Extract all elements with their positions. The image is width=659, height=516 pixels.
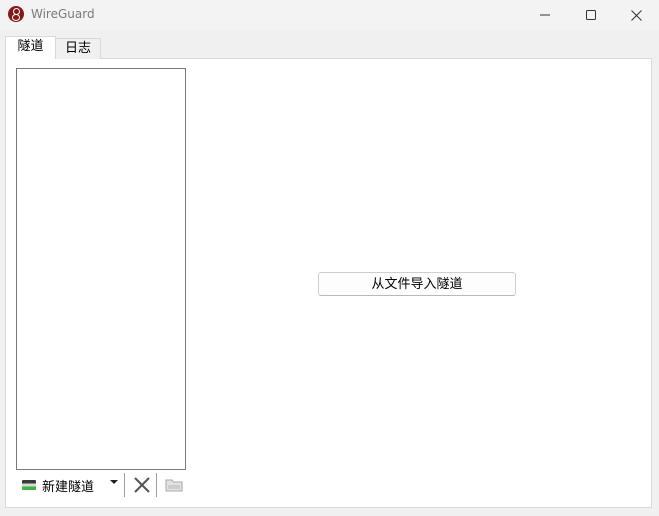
- close-icon: [630, 9, 642, 21]
- add-tunnel-label: 新建隧道: [42, 479, 95, 495]
- toolbar-divider: [124, 473, 125, 497]
- toolbar-divider: [156, 473, 157, 497]
- wireguard-logo-icon: [8, 6, 24, 22]
- wireguard-window: WireGuard 隧道 日志 新建隧道 从文件导入隧道: [0, 0, 659, 516]
- tab-tunnels[interactable]: 隧道: [5, 36, 56, 59]
- delete-icon[interactable]: [133, 476, 151, 494]
- chevron-down-icon[interactable]: [110, 480, 118, 484]
- title-bar[interactable]: WireGuard: [0, 0, 659, 30]
- maximize-icon: [586, 10, 596, 20]
- window-title: WireGuard: [31, 7, 95, 21]
- tunnel-list[interactable]: [16, 68, 186, 470]
- maximize-button[interactable]: [568, 0, 614, 30]
- minimize-button[interactable]: [522, 0, 568, 30]
- export-folder-icon[interactable]: [165, 477, 183, 493]
- import-tunnels-from-file-button[interactable]: 从文件导入隧道: [318, 272, 516, 296]
- add-tunnel-button[interactable]: 新建隧道: [22, 474, 94, 496]
- minimize-icon: [540, 14, 550, 16]
- tunnel-list-toolbar: 新建隧道: [16, 472, 186, 498]
- close-button[interactable]: [613, 0, 659, 30]
- add-tunnel-icon: [22, 480, 36, 490]
- tab-log[interactable]: 日志: [56, 38, 101, 59]
